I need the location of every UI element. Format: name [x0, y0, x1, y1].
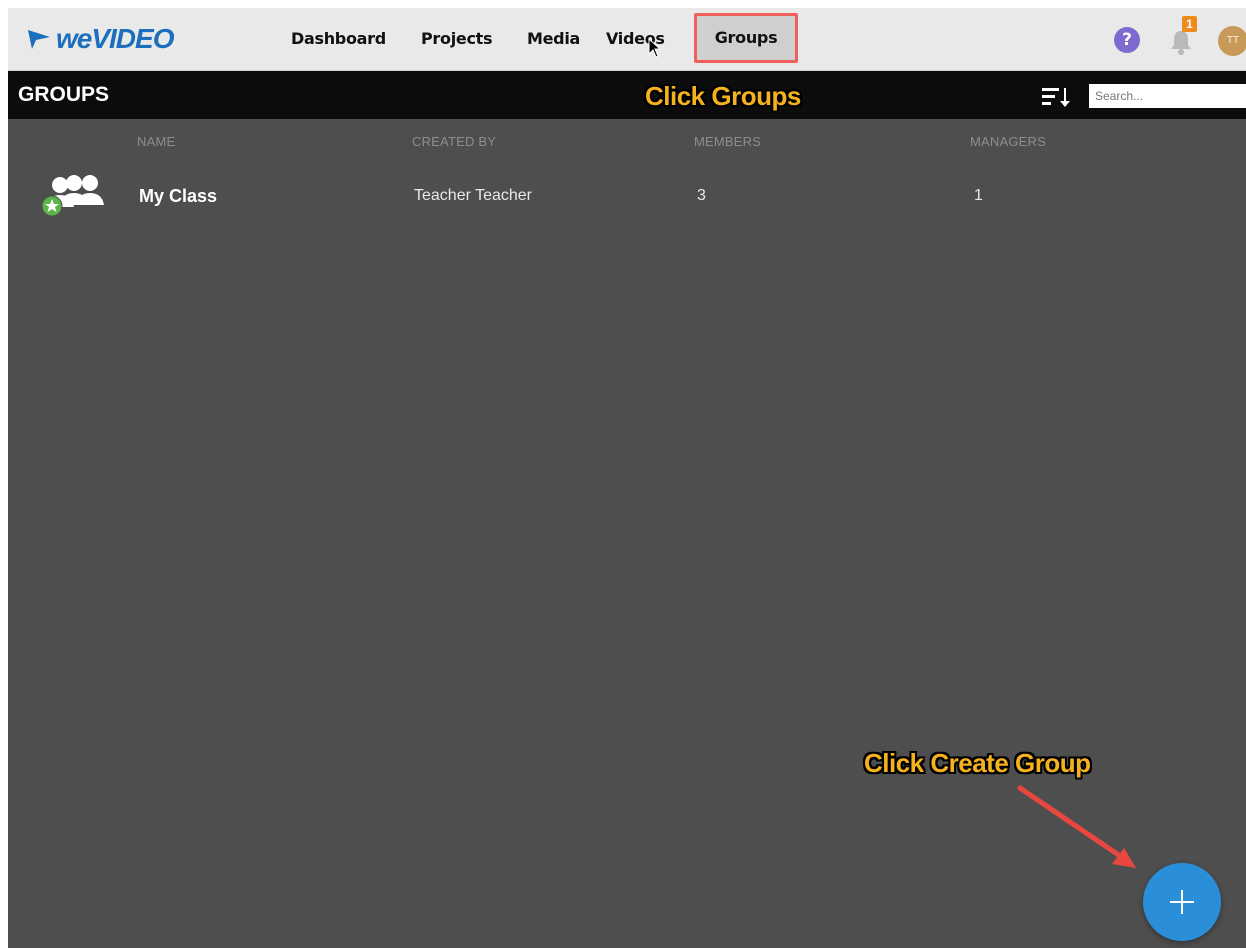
group-members: 3: [697, 187, 706, 204]
nav-groups-highlight[interactable]: Groups: [694, 13, 798, 63]
bell-icon[interactable]: [1168, 28, 1194, 56]
plus-icon: [1170, 890, 1194, 914]
column-header-managers[interactable]: MANAGERS: [970, 134, 1046, 149]
search-input[interactable]: [1089, 84, 1246, 108]
column-header-members[interactable]: MEMBERS: [694, 134, 761, 149]
group-created-by: Teacher Teacher: [414, 187, 532, 204]
create-group-button[interactable]: [1143, 863, 1221, 941]
column-header-created-by[interactable]: CREATED BY: [412, 134, 496, 149]
annotation-arrow-icon: [1017, 785, 1136, 868]
group-name[interactable]: My Class: [139, 186, 217, 207]
nav-media[interactable]: Media: [527, 29, 580, 48]
page-header-bar: GROUPS: [8, 71, 1246, 119]
nav-projects[interactable]: Projects: [421, 29, 493, 48]
wevideo-logo[interactable]: weVIDEO: [26, 22, 174, 56]
logo-play-icon: [28, 30, 50, 49]
page-title: GROUPS: [18, 83, 110, 106]
group-icon: [41, 175, 104, 217]
mouse-cursor-icon: [648, 38, 662, 58]
nav-groups[interactable]: Groups: [697, 28, 795, 47]
nav-dashboard[interactable]: Dashboard: [291, 29, 386, 48]
column-header-name[interactable]: NAME: [137, 134, 175, 149]
logo-text: weVIDEO: [56, 23, 174, 54]
avatar[interactable]: TT: [1218, 26, 1246, 56]
sort-icon[interactable]: [1041, 85, 1071, 109]
group-managers: 1: [974, 187, 983, 204]
top-navigation: weVIDEO Dashboard Projects Media Videos …: [8, 8, 1246, 71]
help-icon[interactable]: ?: [1114, 27, 1140, 53]
notification-badge: 1: [1182, 16, 1197, 32]
annotation-click-groups: Click Groups: [645, 81, 801, 111]
app-window: weVIDEO Dashboard Projects Media Videos …: [8, 8, 1246, 948]
annotation-click-create-group: Click Create Group: [864, 748, 1091, 778]
